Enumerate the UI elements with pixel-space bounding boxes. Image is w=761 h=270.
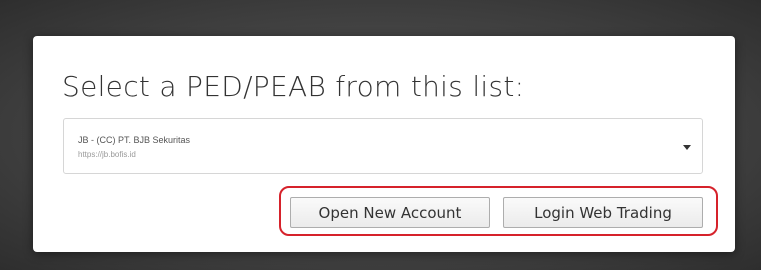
selected-ped-label: JB - (CC) PT. BJB Sekuritas (78, 135, 191, 145)
selected-ped-url: https://jb.bofis.id (78, 150, 136, 159)
ped-selection-dialog: Select a PED/PEAB from this list: JB - (… (33, 36, 735, 252)
action-buttons-highlight: Open New Account Login Web Trading (279, 186, 718, 236)
dialog-title: Select a PED/PEAB from this list: (62, 70, 525, 103)
ped-select-dropdown[interactable]: JB - (CC) PT. BJB Sekuritas https://jb.b… (63, 118, 703, 174)
open-new-account-button[interactable]: Open New Account (290, 197, 490, 228)
chevron-down-icon[interactable] (683, 145, 691, 150)
login-web-trading-button[interactable]: Login Web Trading (503, 197, 703, 228)
